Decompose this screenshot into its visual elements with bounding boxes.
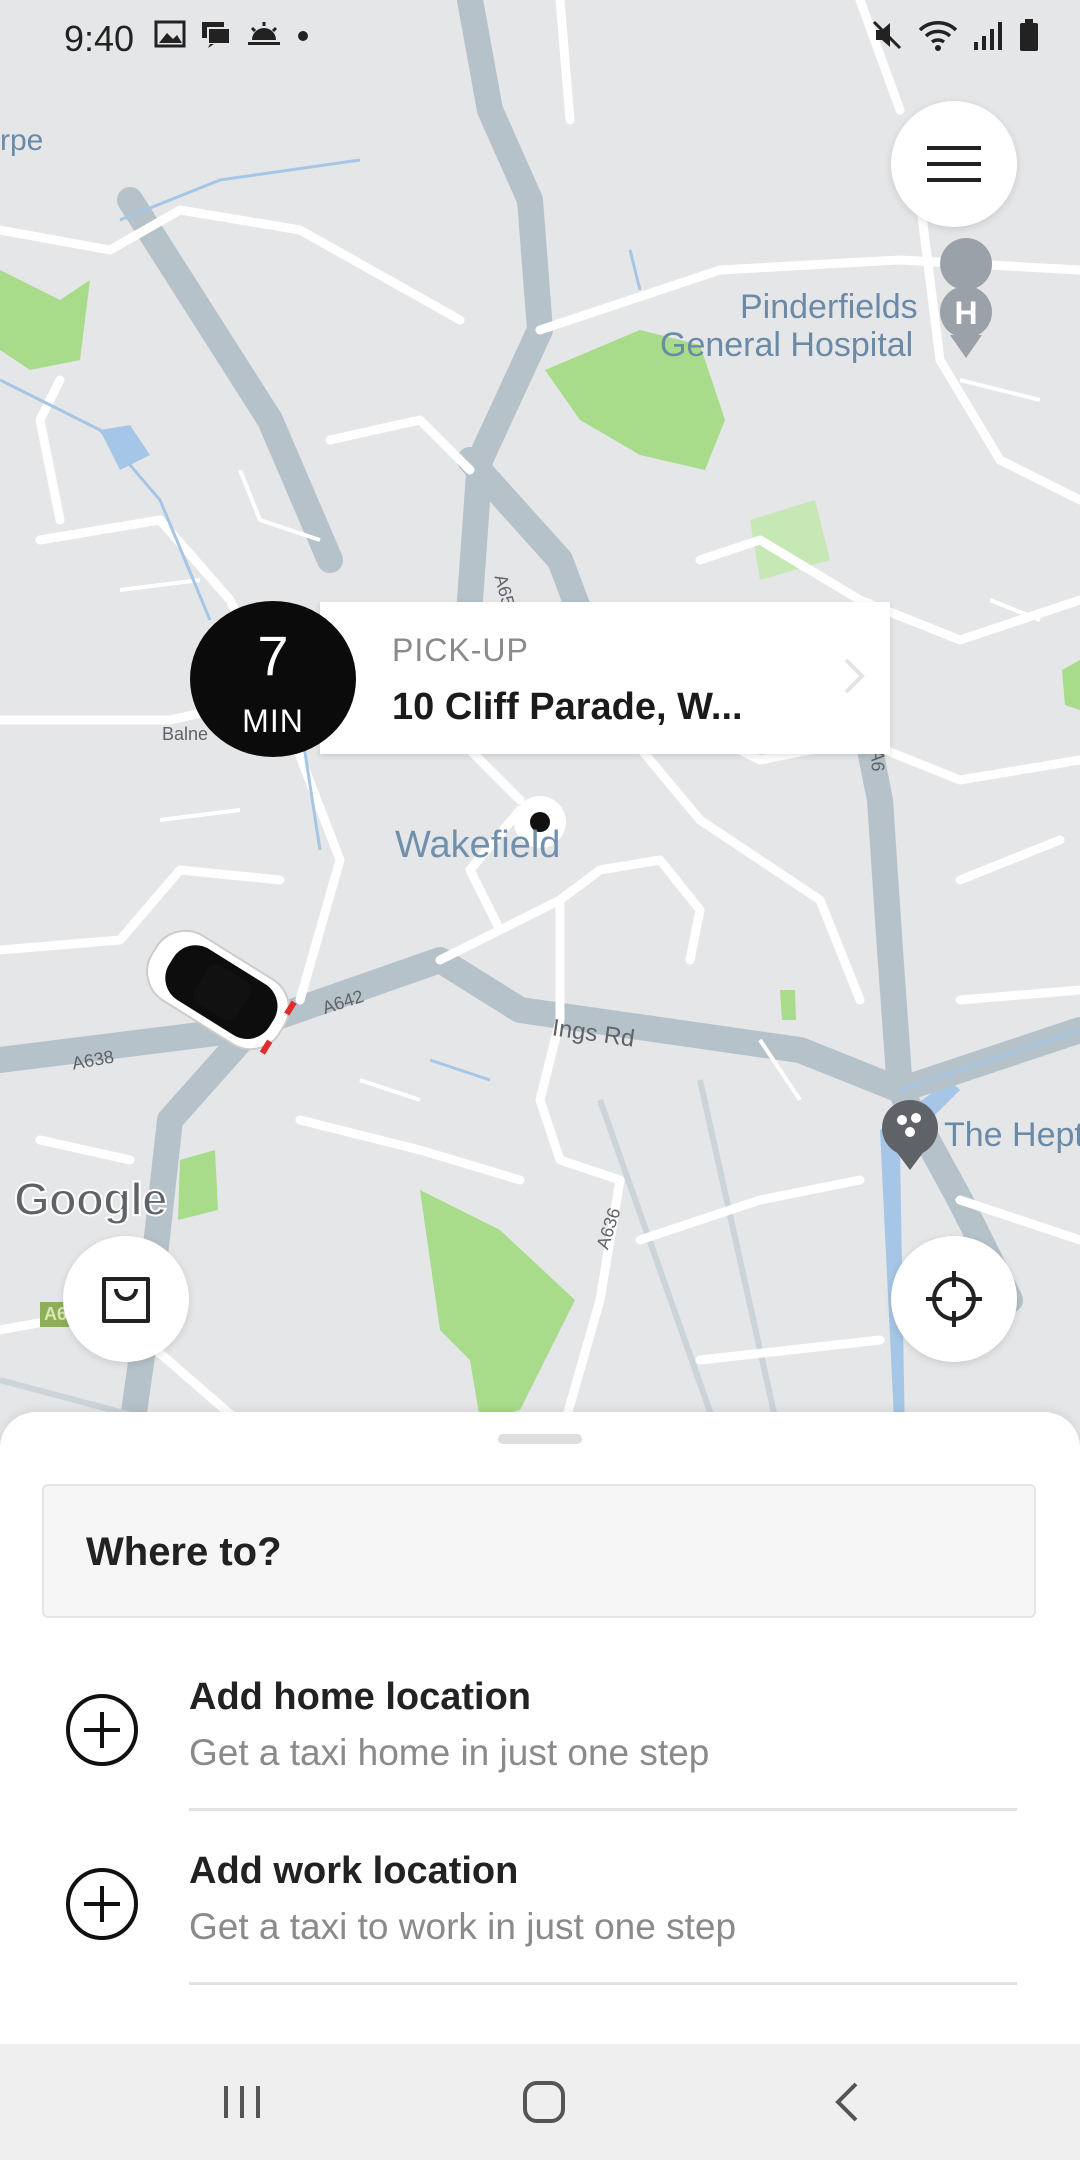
bottom-sheet: Where to? Add home location Get a taxi h… bbox=[0, 1412, 1080, 2044]
work-location-title: Add work location bbox=[189, 1850, 519, 1892]
pickup-card-body: PICK-UP 10 Cliff Parade, W... bbox=[320, 602, 890, 754]
dot-icon bbox=[298, 31, 308, 41]
home-location-subtitle: Get a taxi home in just one step bbox=[189, 1732, 710, 1773]
hamburger-menu-icon bbox=[927, 146, 981, 182]
system-nav-bar bbox=[0, 2044, 1080, 2160]
menu-button[interactable] bbox=[891, 101, 1017, 227]
messages-icon bbox=[202, 22, 231, 48]
map-label-city: Wakefield bbox=[395, 824, 561, 866]
where-to-search[interactable]: Where to? bbox=[42, 1484, 1036, 1618]
status-right-icons bbox=[870, 18, 1040, 52]
pickup-card[interactable]: PICK-UP 10 Cliff Parade, W... bbox=[320, 602, 890, 754]
add-home-location[interactable]: Add home location Get a taxi home in jus… bbox=[0, 1648, 1080, 1818]
home-location-title: Add home location bbox=[189, 1676, 531, 1718]
eta-value: 7 bbox=[257, 624, 289, 687]
mute-icon bbox=[872, 20, 902, 50]
pickup-address: 10 Cliff Parade, W... bbox=[392, 686, 743, 728]
work-location-subtitle: Get a taxi to work in just one step bbox=[189, 1906, 737, 1947]
plus-circle-icon bbox=[66, 1868, 138, 1940]
shopping-button[interactable] bbox=[63, 1236, 189, 1362]
eta-unit: MIN bbox=[242, 703, 304, 739]
divider bbox=[189, 1982, 1017, 1985]
home-button[interactable] bbox=[494, 2074, 594, 2130]
back-button[interactable] bbox=[796, 2074, 896, 2130]
back-icon bbox=[835, 2082, 858, 2122]
wifi-icon bbox=[918, 21, 958, 51]
image-icon bbox=[154, 20, 186, 48]
eta-badge: 7 MIN bbox=[190, 601, 356, 757]
status-bar: 9:40 bbox=[0, 0, 1080, 80]
status-left-icons bbox=[154, 20, 310, 48]
map-label-partial: rpe bbox=[0, 124, 44, 157]
recents-icon bbox=[224, 2086, 260, 2118]
where-to-label: Where to? bbox=[86, 1530, 282, 1574]
signal-icon bbox=[974, 22, 1002, 50]
home-icon bbox=[523, 2081, 565, 2123]
my-location-button[interactable] bbox=[891, 1236, 1017, 1362]
plus-circle-icon bbox=[66, 1694, 138, 1766]
shopping-bag-icon bbox=[102, 1277, 150, 1323]
add-work-location[interactable]: Add work location Get a taxi to work in … bbox=[0, 1822, 1080, 1992]
svg-text:H: H bbox=[954, 295, 977, 331]
divider bbox=[189, 1808, 1017, 1811]
chevron-right-icon bbox=[844, 658, 865, 694]
sheet-drag-handle[interactable] bbox=[498, 1434, 582, 1444]
battery-icon bbox=[1020, 19, 1038, 51]
map-label-hospital-line2: General Hospital bbox=[660, 326, 914, 364]
weather-icon bbox=[248, 22, 280, 45]
status-time: 9:40 bbox=[64, 18, 135, 59]
pickup-label: PICK-UP bbox=[392, 632, 529, 668]
map-label-hospital: Pinderfields bbox=[740, 288, 918, 326]
google-logo: Google bbox=[13, 1172, 168, 1226]
recents-button[interactable] bbox=[192, 2074, 292, 2130]
map-label-hepworth: The Hept bbox=[944, 1116, 1080, 1154]
crosshair-icon bbox=[926, 1271, 982, 1327]
